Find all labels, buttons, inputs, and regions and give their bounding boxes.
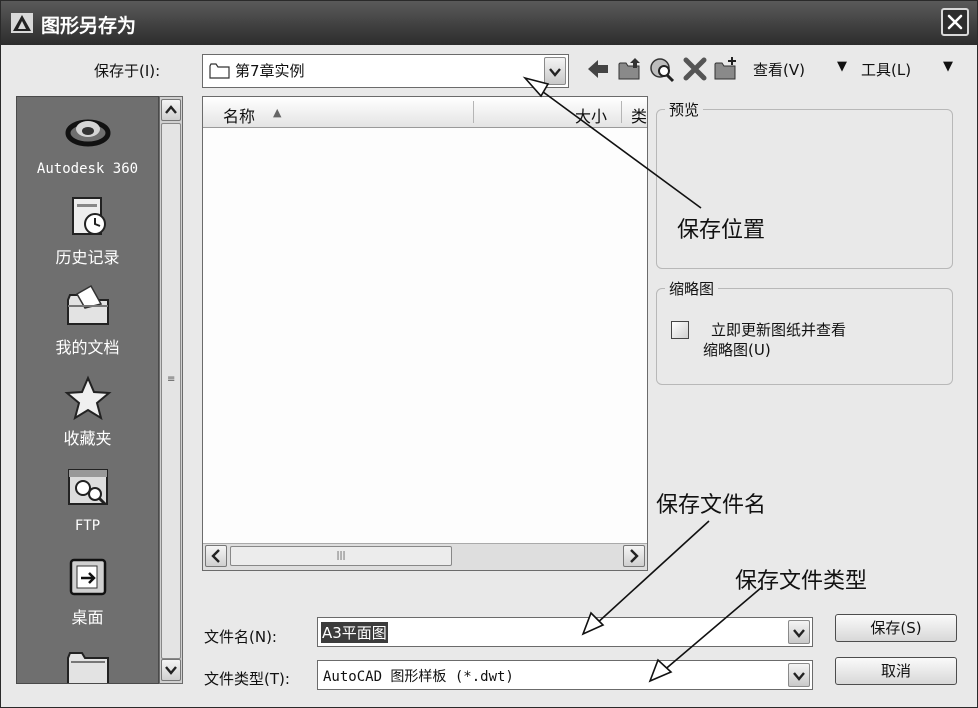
delete-icon[interactable]: [682, 55, 708, 83]
ftp-icon: [67, 469, 108, 506]
place-label: 桌面: [71, 608, 104, 627]
my-documents-icon: [66, 284, 109, 325]
save-in-dropdown-button[interactable]: [544, 57, 566, 85]
folder-icon: [67, 652, 109, 683]
chevron-up-icon: [165, 105, 177, 114]
chevron-down-icon: [165, 666, 177, 675]
view-menu[interactable]: 查看(V): [753, 59, 805, 80]
file-type-dropdown-button[interactable]: [788, 663, 810, 687]
scroll-up-button[interactable]: [161, 99, 181, 121]
grip-icon: |||: [336, 551, 346, 561]
chevron-left-icon: [211, 549, 220, 563]
scroll-right-button[interactable]: [623, 545, 645, 567]
search-web-icon[interactable]: [649, 55, 675, 83]
thumbnail-group-title: 缩略图: [665, 278, 719, 299]
update-thumbnail-label-line1[interactable]: 立即更新图纸并查看: [711, 319, 846, 340]
annotation-save-file-type: 保存文件类型: [735, 569, 868, 594]
file-name-dropdown-button[interactable]: [788, 620, 810, 644]
place-favorites[interactable]: 收藏夹: [17, 375, 158, 449]
tools-menu[interactable]: 工具(L): [861, 59, 911, 80]
place-label: Autodesk 360: [36, 161, 139, 177]
title-bar[interactable]: 图形另存为: [1, 1, 977, 45]
place-ftp[interactable]: FTP: [17, 464, 158, 534]
save-in-dropdown[interactable]: 第7章实例: [202, 54, 569, 88]
place-label: 历史记录: [55, 248, 120, 267]
place-label: FTP: [74, 518, 101, 534]
place-label: 收藏夹: [63, 429, 112, 448]
favorites-star-icon: [63, 375, 112, 421]
scroll-left-button[interactable]: [205, 545, 227, 567]
file-type-value: AutoCAD 图形样板 (*.dwt): [323, 669, 514, 685]
file-list-horizontal-scrollbar[interactable]: |||: [203, 543, 647, 570]
preview-group: [656, 109, 953, 269]
place-autodesk-360[interactable]: Autodesk 360: [17, 107, 158, 177]
scroll-thumb[interactable]: |||: [230, 546, 452, 566]
column-header-name[interactable]: 名称: [223, 103, 255, 127]
place-desktop[interactable]: 桌面: [17, 554, 158, 628]
autocad-logo-icon: [11, 13, 33, 33]
column-divider[interactable]: [621, 101, 622, 123]
chevron-right-icon: [630, 549, 639, 563]
place-label: 我的文档: [55, 338, 120, 357]
update-thumbnail-label-line2[interactable]: 缩略图(U): [703, 339, 771, 360]
update-thumbnail-checkbox[interactable]: [671, 321, 689, 339]
annotation-save-location: 保存位置: [677, 218, 766, 243]
view-dropdown-arrow-icon[interactable]: ▼: [837, 59, 847, 74]
window-title: 图形另存为: [41, 15, 137, 37]
file-type-dropdown[interactable]: AutoCAD 图形样板 (*.dwt): [317, 660, 813, 690]
place-my-documents[interactable]: 我的文档: [17, 284, 158, 358]
file-list[interactable]: 名称 ▲ 大小 类 |||: [202, 96, 648, 571]
save-in-label: 保存于(I):: [94, 62, 161, 80]
save-drawing-dialog: 图形另存为 保存于(I): 第7章实例 查看(V) ▼ 工具(L) ▼ Auto…: [0, 0, 978, 708]
column-header-size[interactable]: 大小: [575, 103, 607, 127]
sort-ascending-icon: ▲: [273, 106, 282, 119]
file-type-label: 文件类型(T):: [204, 670, 290, 688]
file-name-label: 文件名(N):: [204, 628, 277, 646]
save-button[interactable]: 保存(S): [835, 614, 957, 642]
file-name-input[interactable]: A3平面图: [317, 617, 813, 647]
close-button[interactable]: [941, 8, 969, 36]
place-history[interactable]: 历史记录: [17, 194, 158, 268]
annotation-save-file-name: 保存文件名: [656, 493, 767, 518]
desktop-icon: [69, 558, 106, 596]
chevron-down-icon: [549, 68, 561, 77]
up-folder-icon[interactable]: [617, 55, 643, 83]
cancel-button[interactable]: 取消: [835, 657, 957, 685]
new-folder-icon[interactable]: [713, 55, 739, 83]
save-in-value: 第7章实例: [235, 62, 305, 80]
close-icon: [947, 14, 963, 30]
column-divider[interactable]: [473, 101, 474, 123]
scroll-thumb[interactable]: ≡: [161, 123, 181, 659]
places-scrollbar[interactable]: ≡: [159, 96, 183, 684]
scroll-down-button[interactable]: [161, 659, 181, 681]
chevron-down-icon: [793, 629, 805, 638]
chevron-down-icon: [793, 672, 805, 681]
autodesk-360-icon: [65, 119, 110, 147]
back-arrow-icon[interactable]: [585, 55, 611, 83]
tools-dropdown-arrow-icon[interactable]: ▼: [943, 59, 953, 74]
grip-icon: ≡: [167, 374, 176, 385]
folder-icon: [209, 63, 230, 79]
history-icon: [71, 197, 106, 235]
file-list-header: 名称 ▲ 大小 类: [203, 97, 647, 128]
file-name-value: A3平面图: [321, 622, 388, 643]
column-header-type[interactable]: 类: [631, 103, 647, 127]
preview-group-title: 预览: [665, 99, 704, 120]
places-bar: Autodesk 360 历史记录 我的文档 收藏夹 FTP 桌面: [16, 96, 159, 684]
